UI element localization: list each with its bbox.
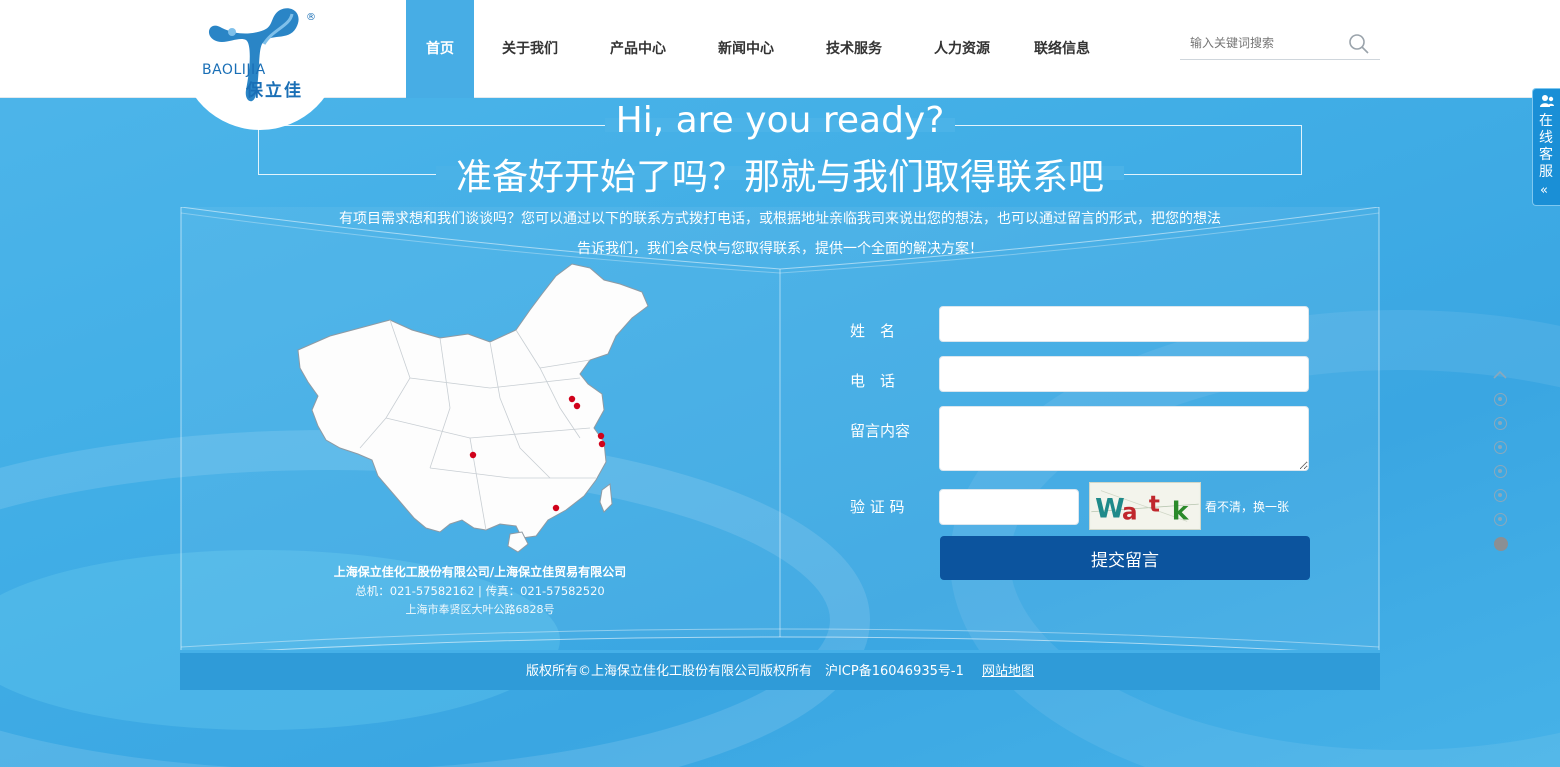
submit-message-button[interactable]: 提交留言 xyxy=(940,536,1310,580)
captcha-label: 验 证 码 xyxy=(850,498,905,516)
refresh-captcha-link[interactable]: 看不清，换一张 xyxy=(1205,498,1289,515)
brand-logo[interactable]: ® BAOLIJIA 保立佳 xyxy=(180,0,340,130)
name-field[interactable] xyxy=(939,306,1309,342)
company-name: 上海保立佳化工股份有限公司/上海保立佳贸易有限公司 xyxy=(333,565,627,579)
heading-english: Hi, are you ready? xyxy=(615,100,945,141)
nav-item-contact[interactable]: 联络信息 xyxy=(1018,0,1106,98)
page-nav-dots xyxy=(1492,368,1508,551)
search-input[interactable] xyxy=(1180,28,1345,58)
map-marker xyxy=(598,440,606,448)
page-dot[interactable] xyxy=(1493,489,1507,502)
logo-chinese-name: 保立佳 xyxy=(246,81,303,101)
customer-service-icon xyxy=(1540,95,1554,107)
map-marker xyxy=(573,402,581,410)
captcha-char: W xyxy=(1095,494,1125,525)
captcha-char: k xyxy=(1172,496,1190,525)
phone-label: 电 话 xyxy=(850,372,896,390)
search-box xyxy=(1180,28,1380,60)
page-dot[interactable] xyxy=(1493,417,1507,430)
online-service-tab[interactable]: 在线客服 « xyxy=(1532,88,1560,206)
collapse-icon[interactable]: « xyxy=(1540,183,1548,198)
page-dot[interactable] xyxy=(1493,465,1507,478)
copyright-text: 版权所有©上海保立佳化工股份有限公司版权所有 沪ICP备16046935号-1 xyxy=(525,664,964,679)
company-info: 上海保立佳化工股份有限公司/上海保立佳贸易有限公司 总机：021-5758216… xyxy=(290,563,670,618)
captcha-image[interactable]: W a t k xyxy=(1089,482,1201,530)
map-marker xyxy=(552,504,560,512)
nav-item-tech-service[interactable]: 技术服务 xyxy=(802,0,906,98)
map-marker xyxy=(469,451,477,459)
site-footer: 版权所有©上海保立佳化工股份有限公司版权所有 沪ICP备16046935号-1 … xyxy=(180,650,1380,690)
company-phones: 总机：021-57582162 | 传真：021-57582520 xyxy=(355,584,605,598)
name-label: 姓 名 xyxy=(850,322,896,340)
sitemap-link[interactable]: 网站地图 xyxy=(982,664,1034,679)
nav-item-products[interactable]: 产品中心 xyxy=(586,0,690,98)
nav-item-hr[interactable]: 人力资源 xyxy=(906,0,1018,98)
captcha-char: t xyxy=(1149,492,1160,518)
heading-chinese: 准备好开始了吗？那就与我们取得联系吧 xyxy=(455,157,1104,198)
message-label: 留言内容 xyxy=(850,422,911,440)
page-dot-active[interactable] xyxy=(1493,537,1508,551)
intro-line-1: 有项目需求想和我们谈谈吗？您可以通过以下的联系方式拨打电话，或根据地址亲临我司来… xyxy=(339,211,1221,227)
map-marker xyxy=(568,395,576,403)
captcha-input[interactable] xyxy=(939,489,1079,525)
online-service-label: 在线客服 xyxy=(1539,113,1553,180)
page-dot[interactable] xyxy=(1493,441,1507,454)
nav-item-home[interactable]: 首页 xyxy=(406,0,474,98)
search-icon[interactable] xyxy=(1348,33,1370,55)
map-marker xyxy=(597,432,605,440)
china-map xyxy=(297,263,649,553)
nav-item-news[interactable]: 新闻中心 xyxy=(690,0,802,98)
company-address: 上海市奉贤区大叶公路6828号 xyxy=(405,603,555,616)
phone-field[interactable] xyxy=(939,356,1309,392)
message-field[interactable] xyxy=(939,406,1309,471)
page-dot[interactable] xyxy=(1493,393,1507,406)
chevron-up-icon[interactable] xyxy=(1492,368,1508,382)
site-header: ® BAOLIJIA 保立佳 首页 关于我们 产品中心 新闻中心 技术服务 人力… xyxy=(0,0,1560,130)
captcha-char: a xyxy=(1122,499,1138,525)
page-dot[interactable] xyxy=(1493,513,1507,526)
main-nav: 首页 关于我们 产品中心 新闻中心 技术服务 人力资源 联络信息 xyxy=(406,0,1106,98)
intro-text: 有项目需求想和我们谈谈吗？您可以通过以下的联系方式拨打电话，或根据地址亲临我司来… xyxy=(270,204,1290,264)
nav-item-about[interactable]: 关于我们 xyxy=(474,0,586,98)
registered-mark: ® xyxy=(306,12,316,23)
